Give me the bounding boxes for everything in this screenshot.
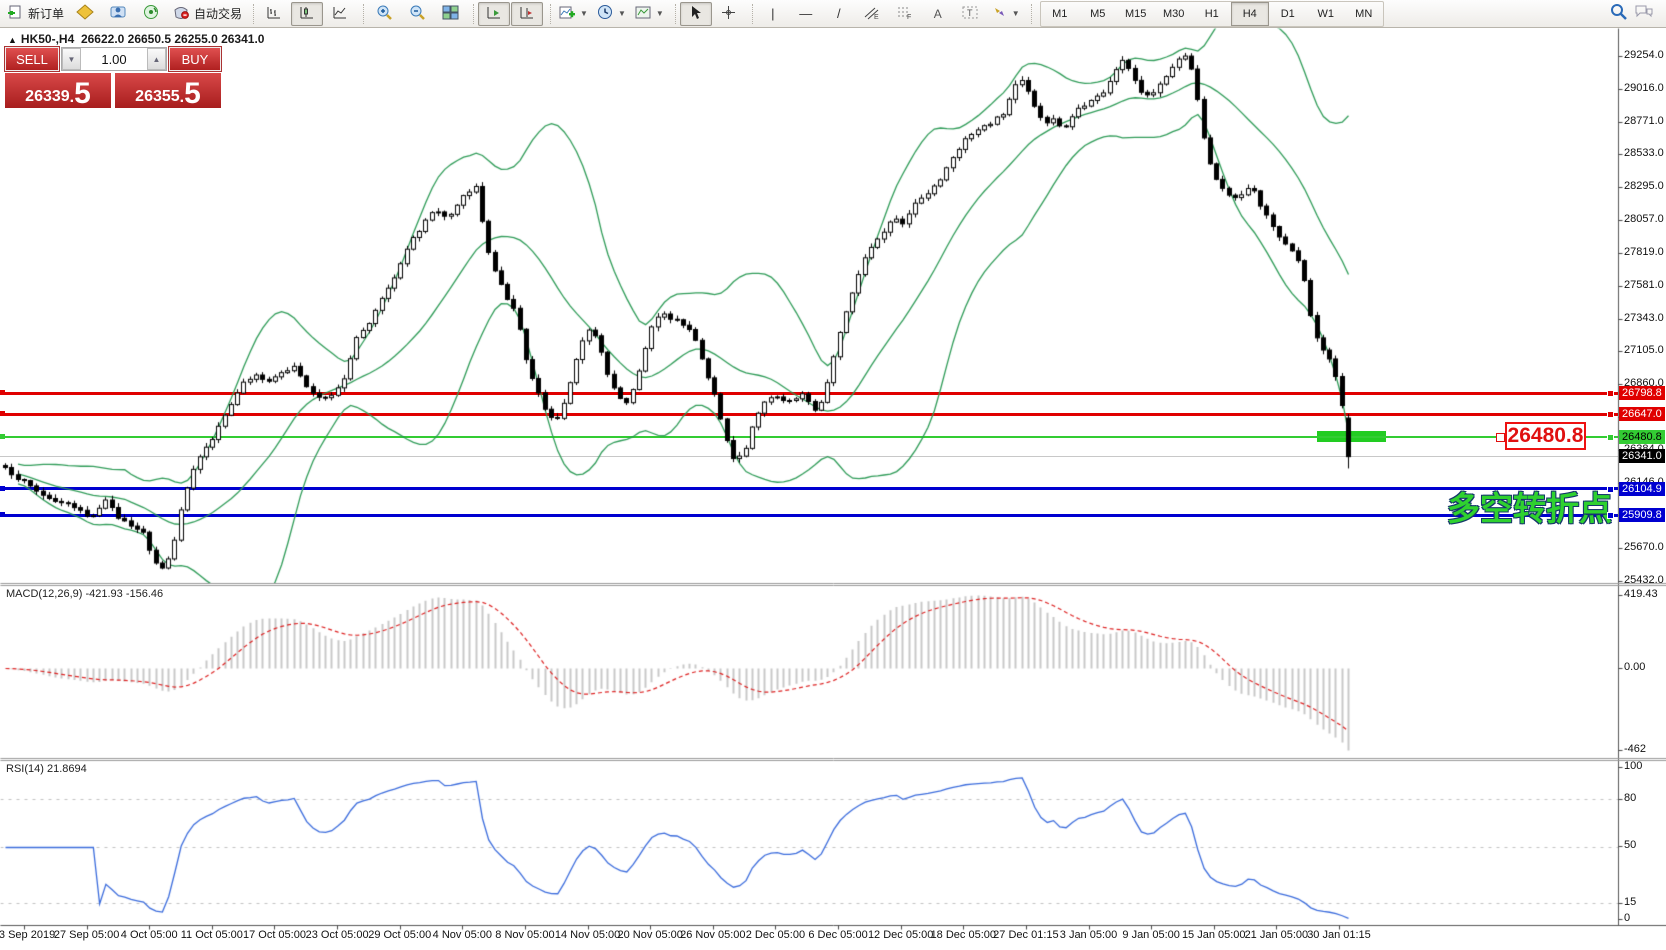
cn-turning-point-label[interactable]: 多空转折点: [1380, 482, 1612, 530]
buy-price-dec: 5: [184, 81, 201, 107]
buy-button[interactable]: BUY: [169, 47, 221, 71]
price-axis-tick: 29016.0: [1624, 82, 1664, 94]
price-axis-tick: 27343.0: [1624, 312, 1664, 324]
price-level-badge: 26798.8: [1619, 386, 1665, 400]
price-axis-tick: 28533.0: [1624, 147, 1664, 159]
rsi-axis-tick: 15: [1624, 896, 1636, 908]
rsi-label: RSI(14) 21.8694: [6, 763, 87, 775]
price-axis-tick: 25670.0: [1624, 541, 1664, 553]
level-line-handle[interactable]: [0, 411, 5, 416]
sell-price-tile[interactable]: 26339.5: [5, 73, 111, 108]
chart-title: ▲ HK50-,H4 26622.0 26650.5 26255.0 26341.…: [8, 32, 264, 46]
price-axis-tick: 27105.0: [1624, 344, 1664, 356]
price-axis-tick: 28295.0: [1624, 180, 1664, 192]
volume-spinner: ▼ ▲: [61, 47, 167, 71]
rsi-axis-tick: 100: [1624, 760, 1642, 772]
chart-canvas[interactable]: [0, 0, 1666, 950]
volume-increase-button[interactable]: ▲: [147, 48, 166, 70]
green-line-handle[interactable]: [1496, 433, 1505, 442]
level-line-handle[interactable]: [1607, 434, 1614, 441]
mt4-window: 新订单 自动交易: [0, 0, 1666, 950]
rsi-axis-tick: 50: [1624, 839, 1636, 851]
symbol-period-label: HK50-,H4: [21, 32, 74, 46]
level-line-handle[interactable]: [1607, 390, 1614, 397]
buy-price-tile[interactable]: 26355.5: [115, 73, 221, 108]
macd-axis-tick: 419.43: [1624, 588, 1658, 600]
macd-axis-tick: -462: [1624, 743, 1646, 755]
level-line-handle[interactable]: [0, 512, 5, 517]
one-click-trading-panel: SELL ▼ ▲ BUY 26339.5 26355.5: [5, 47, 221, 108]
price-axis-tick: 28057.0: [1624, 213, 1664, 225]
sell-price-dec: 5: [74, 81, 91, 107]
price-axis-tick: 29254.0: [1624, 49, 1664, 61]
price-axis-tick: 27819.0: [1624, 246, 1664, 258]
time-axis-label: 30 Jan 01:15: [1294, 929, 1384, 941]
level-line-handle[interactable]: [0, 434, 5, 439]
price-annotation-box[interactable]: 26480.8: [1505, 422, 1586, 450]
volume-input[interactable]: [81, 48, 147, 70]
price-level-badge: 26647.0: [1619, 407, 1665, 421]
level-line-handle[interactable]: [1607, 512, 1614, 519]
macd-label: MACD(12,26,9) -421.93 -156.46: [6, 588, 163, 600]
price-level-badge: 26104.9: [1619, 482, 1665, 496]
ohlc-label: 26622.0 26650.5 26255.0 26341.0: [81, 32, 265, 46]
sell-price-int: 26339: [25, 87, 70, 107]
price-level-badge: 26480.8: [1619, 430, 1665, 444]
price-axis-tick: 27581.0: [1624, 279, 1664, 291]
macd-axis-tick: 0.00: [1624, 661, 1645, 673]
price-axis-tick: 28771.0: [1624, 115, 1664, 127]
level-line-handle[interactable]: [0, 390, 5, 395]
volume-decrease-button[interactable]: ▼: [62, 48, 81, 70]
price-axis-tick: 25432.0: [1624, 574, 1664, 586]
rsi-axis-tick: 80: [1624, 792, 1636, 804]
chart-area[interactable]: ▲ HK50-,H4 26622.0 26650.5 26255.0 26341.…: [0, 28, 1666, 950]
one-click-collapse-icon[interactable]: ▲: [8, 35, 17, 45]
level-line-handle[interactable]: [1607, 486, 1614, 493]
level-line-handle[interactable]: [1607, 411, 1614, 418]
sell-button[interactable]: SELL: [5, 47, 59, 71]
buy-price-int: 26355: [135, 87, 180, 107]
rsi-axis-tick: 0: [1624, 912, 1630, 924]
level-line-handle[interactable]: [0, 486, 5, 491]
current-price-badge: 26341.0: [1619, 449, 1665, 463]
price-level-badge: 25909.8: [1619, 508, 1665, 522]
